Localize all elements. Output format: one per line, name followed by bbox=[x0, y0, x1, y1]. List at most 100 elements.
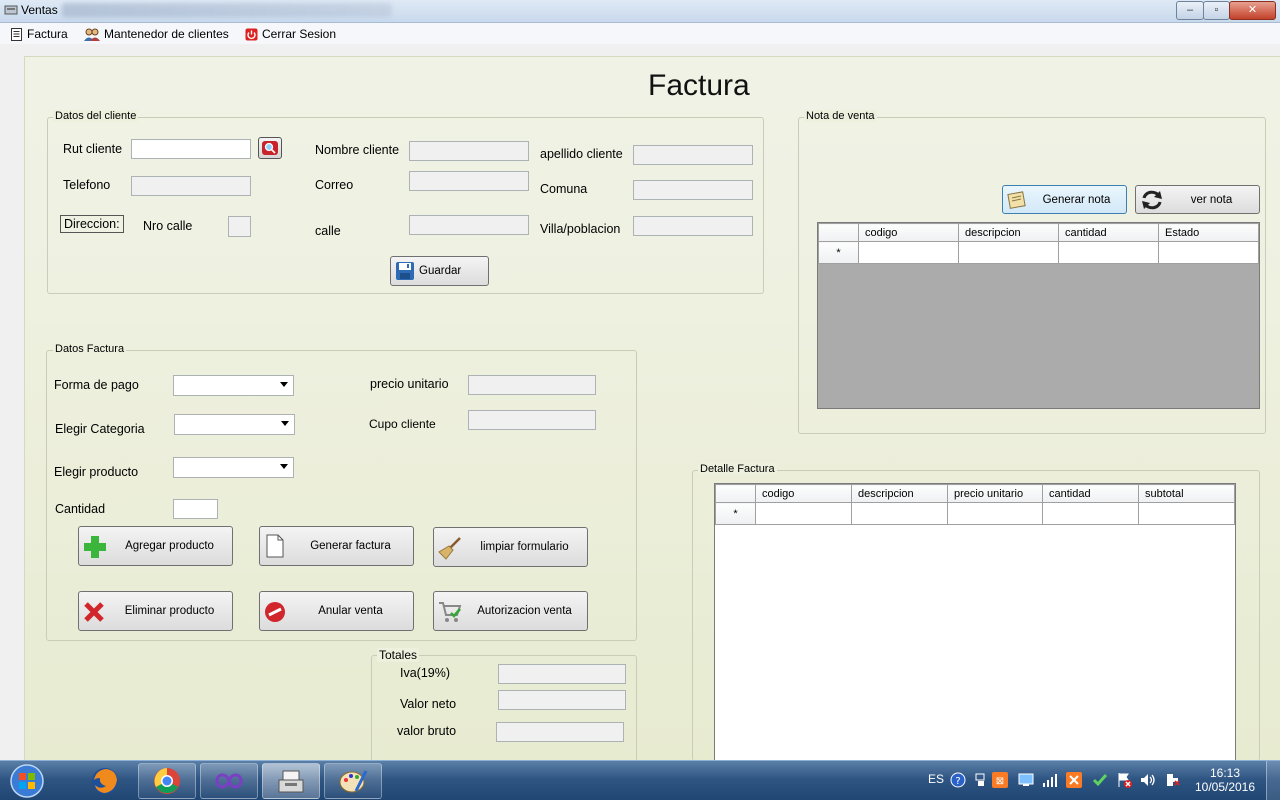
cantidad-input[interactable] bbox=[173, 499, 218, 519]
minimize-button[interactable]: – bbox=[1176, 1, 1204, 20]
grid-column-header[interactable]: precio unitario bbox=[947, 484, 1043, 503]
nota-group-legend: Nota de venta bbox=[804, 110, 877, 122]
detalle-group-legend: Detalle Factura bbox=[698, 463, 777, 475]
network-share-icon[interactable] bbox=[1018, 772, 1034, 788]
nro-calle-label: Nro calle bbox=[143, 219, 193, 233]
anular-venta-button[interactable]: Anular venta bbox=[259, 591, 414, 631]
delete-icon bbox=[84, 602, 104, 622]
correo-input[interactable] bbox=[409, 171, 529, 191]
grid-corner bbox=[818, 223, 859, 242]
maximize-button[interactable]: ▫ bbox=[1203, 1, 1230, 20]
xampp-icon[interactable]: ⊠ bbox=[992, 772, 1008, 788]
language-indicator[interactable]: ES bbox=[928, 772, 944, 786]
limpiar-formulario-button[interactable]: limpiar formulario bbox=[433, 527, 588, 567]
rut-input[interactable] bbox=[131, 139, 251, 159]
menu-item-factura[interactable]: Factura bbox=[10, 26, 68, 42]
comuna-label: Comuna bbox=[540, 182, 588, 196]
grid-column-header[interactable]: codigo bbox=[858, 223, 959, 242]
totales-group-legend: Totales bbox=[377, 648, 420, 662]
grid-column-header[interactable]: subtotal bbox=[1138, 484, 1235, 503]
close-button[interactable]: ✕ bbox=[1229, 1, 1276, 20]
table-row[interactable]: * bbox=[715, 502, 1235, 525]
agregar-producto-button[interactable]: Agregar producto bbox=[78, 526, 233, 566]
security-check-icon[interactable] bbox=[1092, 772, 1108, 788]
xampp-tray-icon[interactable] bbox=[1066, 772, 1082, 788]
clock[interactable]: 16:13 10/05/2016 bbox=[1190, 766, 1260, 794]
ver-nota-button[interactable]: ver nota bbox=[1135, 185, 1260, 214]
grid-cell[interactable] bbox=[851, 502, 948, 525]
grid-cell[interactable] bbox=[1042, 502, 1139, 525]
help-icon[interactable]: ? bbox=[950, 772, 966, 788]
floppy-disk-icon bbox=[396, 262, 414, 280]
grid-cell[interactable] bbox=[1138, 502, 1235, 525]
cupo-input[interactable] bbox=[468, 410, 596, 430]
paint-icon bbox=[339, 770, 368, 793]
cantidad-label: Cantidad bbox=[55, 502, 106, 516]
categoria-select[interactable] bbox=[174, 414, 295, 435]
precio-unitario-input[interactable] bbox=[468, 375, 596, 395]
iva-input[interactable] bbox=[498, 664, 626, 684]
telefono-input[interactable] bbox=[131, 176, 251, 196]
taskbar-ventas-app[interactable] bbox=[262, 763, 320, 799]
grid-column-header[interactable]: cantidad bbox=[1042, 484, 1139, 503]
grid-cell[interactable] bbox=[1158, 241, 1259, 264]
ver-nota-label: ver nota bbox=[1190, 193, 1233, 206]
chevron-down-icon bbox=[281, 421, 289, 426]
nota-grid[interactable]: codigo descripcion cantidad Estado * bbox=[817, 222, 1260, 409]
clock-date: 10/05/2016 bbox=[1194, 780, 1256, 794]
menu-item-cerrar-sesion[interactable]: Cerrar Sesion bbox=[245, 26, 336, 42]
nro-calle-input[interactable] bbox=[228, 216, 251, 237]
start-button[interactable] bbox=[4, 762, 50, 800]
calle-input[interactable] bbox=[409, 215, 529, 235]
detalle-grid[interactable]: codigo descripcion precio unitario canti… bbox=[714, 483, 1236, 760]
broom-icon bbox=[438, 537, 461, 560]
menu-label: Factura bbox=[27, 27, 68, 41]
bruto-input[interactable] bbox=[496, 722, 624, 742]
app-icon bbox=[4, 5, 18, 15]
cupo-label: Cupo cliente bbox=[369, 417, 436, 431]
comuna-input[interactable] bbox=[633, 180, 753, 200]
menu-label: Mantenedor de clientes bbox=[104, 27, 229, 41]
grid-cell[interactable] bbox=[858, 241, 959, 264]
volume-icon[interactable] bbox=[1140, 772, 1156, 788]
grid-cell[interactable] bbox=[1058, 241, 1159, 264]
taskbar-chrome[interactable] bbox=[138, 763, 196, 799]
apellido-input[interactable] bbox=[633, 145, 753, 165]
grid-column-header[interactable]: codigo bbox=[755, 484, 852, 503]
forma-pago-select[interactable] bbox=[173, 375, 294, 396]
signal-icon[interactable] bbox=[1042, 772, 1058, 788]
generar-nota-button[interactable]: Generar nota bbox=[1002, 185, 1127, 214]
title-bar[interactable]: Ventas – ▫ ✕ bbox=[0, 0, 1280, 23]
power-tray-icon[interactable] bbox=[1164, 772, 1180, 788]
nombre-label: Nombre cliente bbox=[315, 143, 400, 157]
grid-column-header[interactable]: descripcion bbox=[851, 484, 948, 503]
menu-item-mantenedor-clientes[interactable]: Mantenedor de clientes bbox=[84, 26, 229, 42]
table-row[interactable]: * bbox=[818, 241, 1259, 264]
tray-arrow-icon[interactable] bbox=[975, 772, 985, 788]
grid-column-header[interactable]: cantidad bbox=[1058, 223, 1159, 242]
villa-label: Villa/poblacion bbox=[540, 222, 621, 236]
grid-header-row: codigo descripcion cantidad Estado bbox=[818, 223, 1259, 242]
grid-column-header[interactable]: descripcion bbox=[958, 223, 1059, 242]
show-desktop-button[interactable] bbox=[1266, 761, 1280, 800]
grid-cell[interactable] bbox=[755, 502, 852, 525]
forma-pago-label: Forma de pago bbox=[54, 378, 139, 392]
neto-input[interactable] bbox=[498, 690, 626, 710]
taskbar-visual-studio[interactable] bbox=[200, 763, 258, 799]
users-icon bbox=[84, 28, 100, 41]
autorizacion-venta-button[interactable]: Autorizacion venta bbox=[433, 591, 588, 631]
menu-bar: Factura Mantenedor de clientes Cerrar Se… bbox=[0, 23, 1280, 44]
taskbar-firefox[interactable] bbox=[76, 763, 134, 799]
villa-input[interactable] bbox=[633, 216, 753, 236]
producto-select[interactable] bbox=[173, 457, 294, 478]
taskbar-paint[interactable] bbox=[324, 763, 382, 799]
guardar-button[interactable]: Guardar bbox=[390, 256, 489, 286]
grid-column-header[interactable]: Estado bbox=[1158, 223, 1259, 242]
nombre-input[interactable] bbox=[409, 141, 529, 161]
generar-factura-button[interactable]: Generar factura bbox=[259, 526, 414, 566]
grid-cell[interactable] bbox=[958, 241, 1059, 264]
search-client-button[interactable] bbox=[258, 137, 282, 159]
action-center-icon[interactable] bbox=[1116, 772, 1132, 788]
grid-cell[interactable] bbox=[947, 502, 1043, 525]
eliminar-producto-button[interactable]: Eliminar producto bbox=[78, 591, 233, 631]
